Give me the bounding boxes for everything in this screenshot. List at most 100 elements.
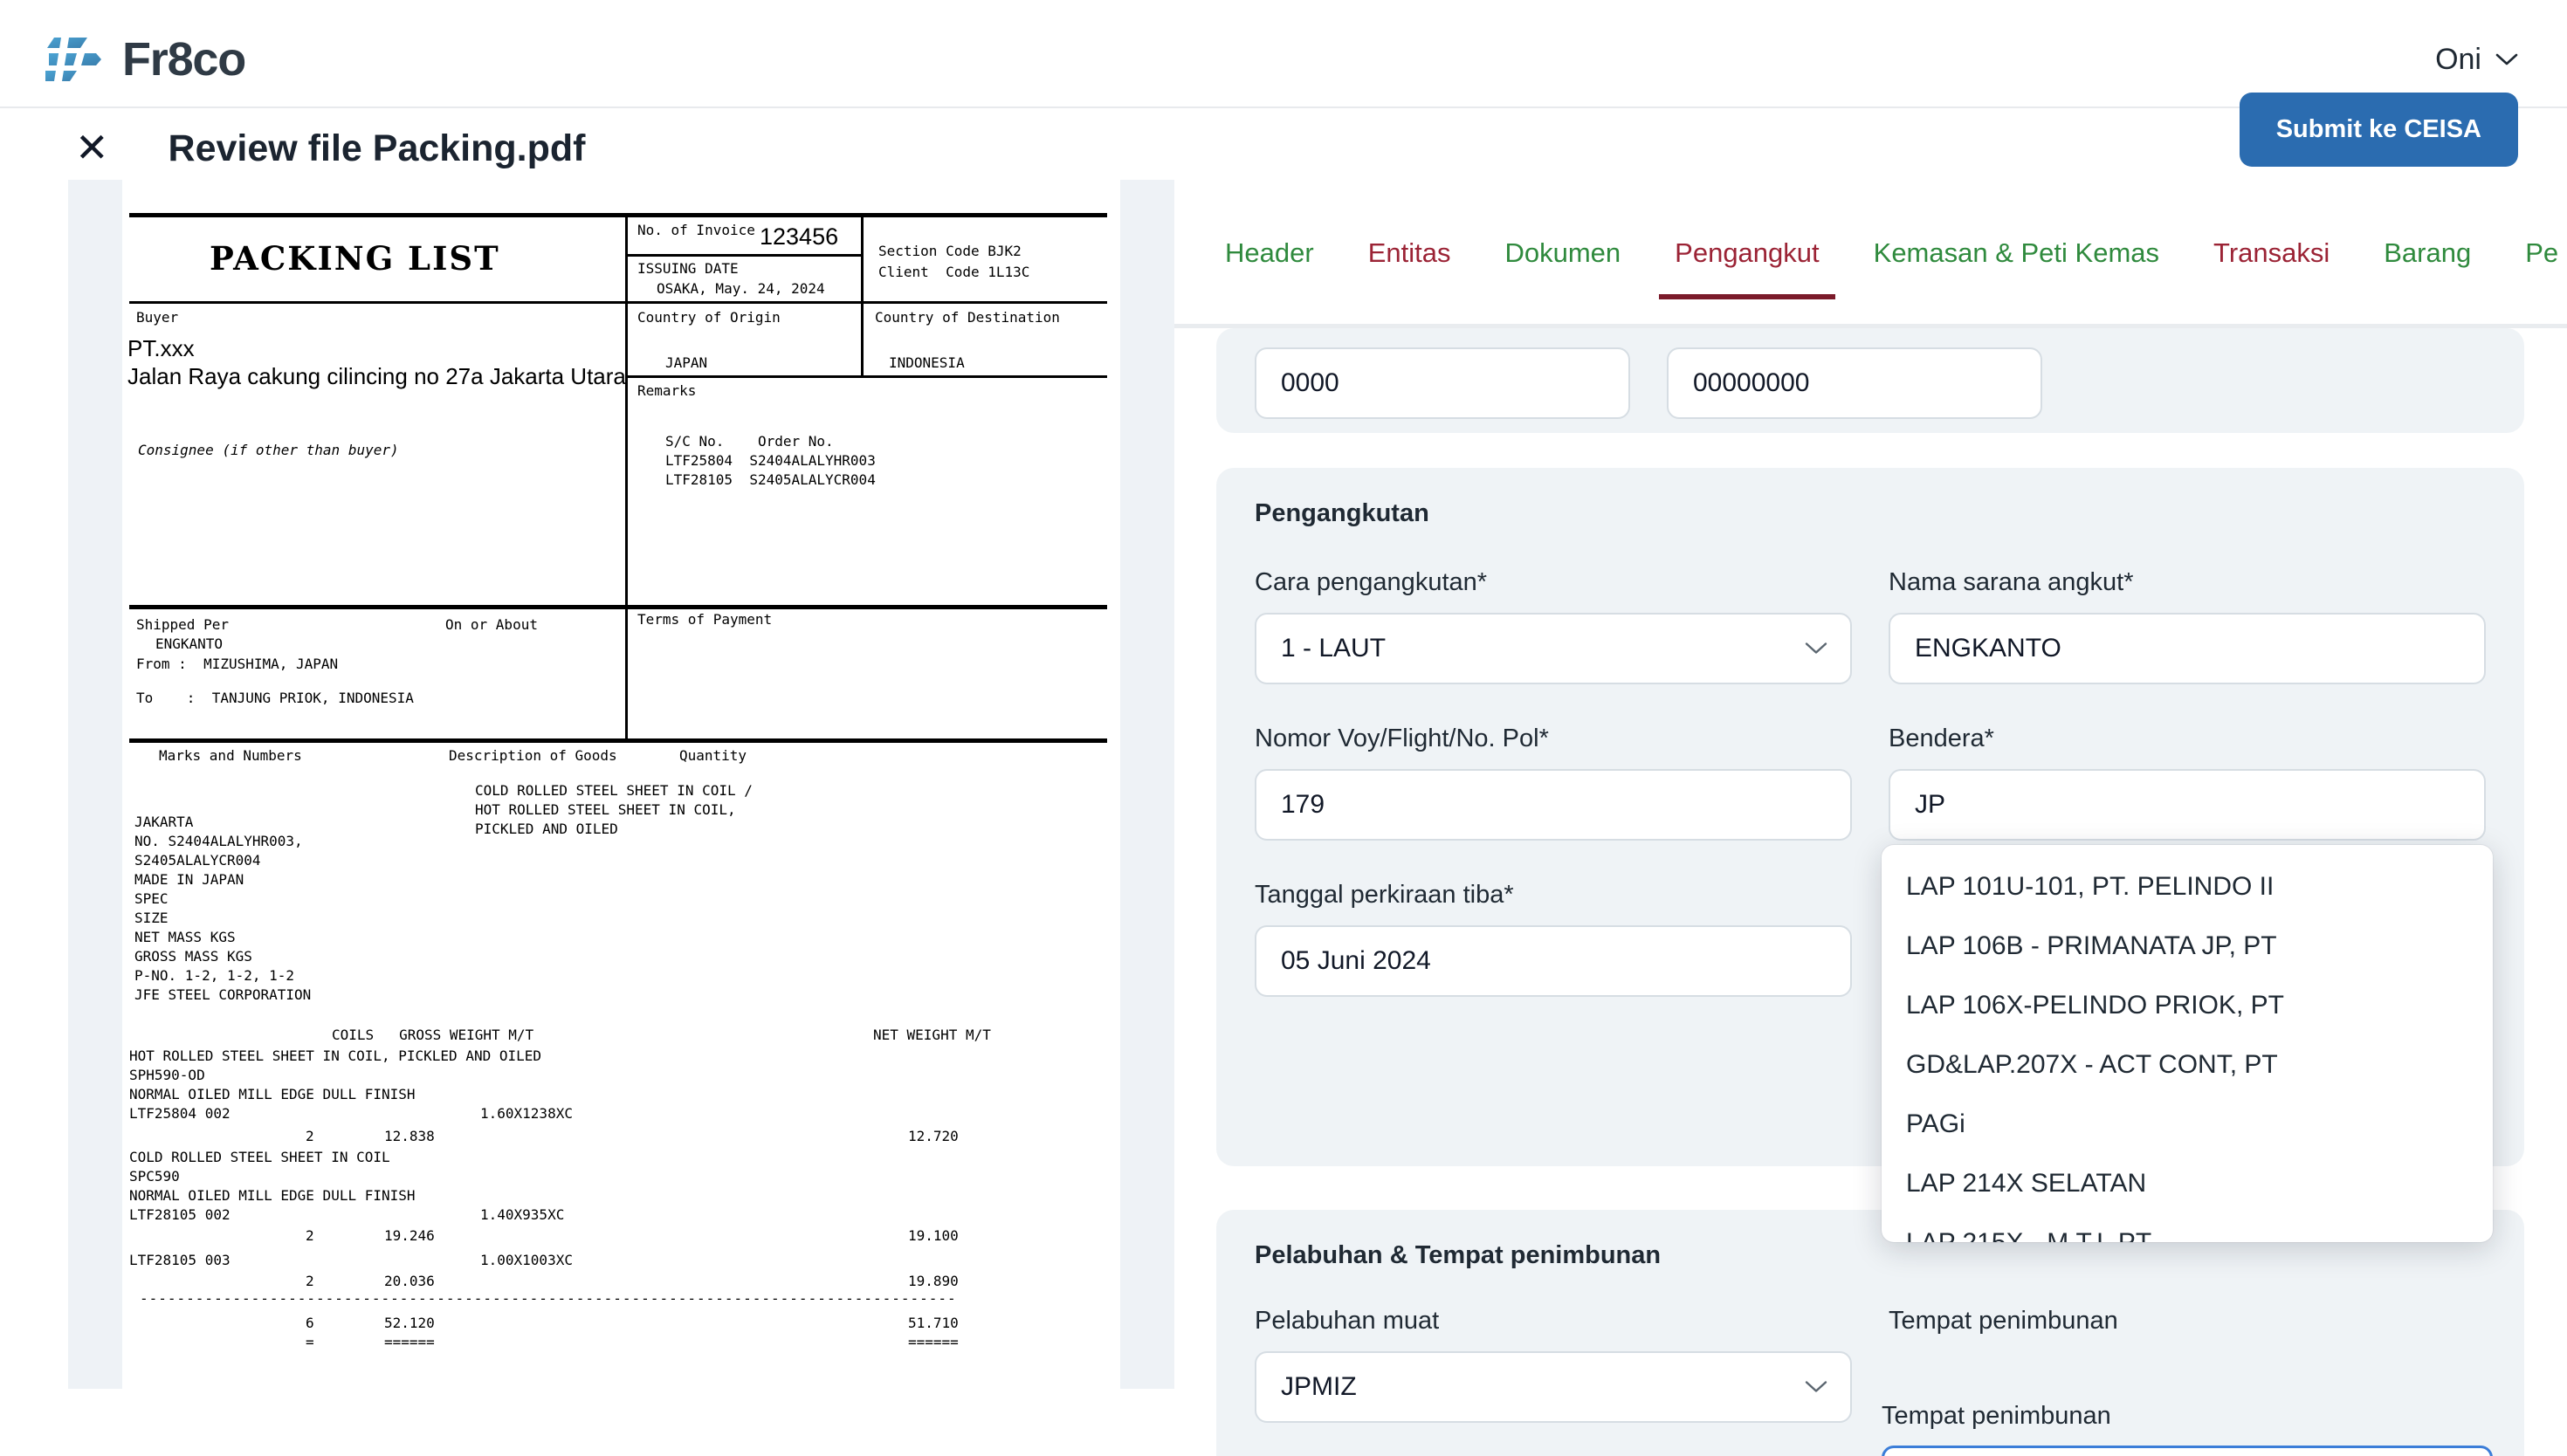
field-b-value: 00000000 [1693,368,1810,397]
cara-pengangkutan-select[interactable]: 1 - LAUT [1255,613,1852,684]
pdf-table-line: SPC590 [129,1168,180,1185]
pdf-marks-line: SIZE [134,910,169,926]
nomor-voy-label: Nomor Voy/Flight/No. Pol* [1255,725,1549,752]
pdf-table-line: LTF25804 002 [129,1105,231,1122]
nomor-voy-input[interactable]: 179 [1255,769,1852,841]
field-a[interactable]: 0000 [1255,347,1630,419]
packing-list-document: PACKING LIST No. of Invoice 123456 ISSUI… [122,180,1120,1389]
review-header-bar: ✕ Review file Packing.pdf Submit ke CEIS… [0,93,2567,180]
pdf-total-underline: = [306,1334,314,1350]
pdf-marks-line: SPEC [134,890,169,907]
field-b[interactable]: 00000000 [1667,347,2042,419]
tempat-penimbunan-label-overlay: Tempat penimbunan [1882,1402,2111,1430]
pdf-preview-pane[interactable]: PACKING LIST No. of Invoice 123456 ISSUI… [0,180,1174,1456]
pdf-consignee-label: Consignee (if other than buyer) [138,442,399,458]
pdf-marks-line: GROSS MASS KGS [134,948,252,965]
pdf-row-coils: 2 [306,1128,314,1144]
bendera-value: JP [1915,790,1946,819]
pdf-marks-line: P-NO. 1-2, 1-2, 1-2 [134,967,295,984]
close-icon[interactable]: ✕ [75,127,109,168]
pdf-country-origin-label: Country of Origin [637,309,781,326]
pdf-table-line: LTF28105 003 [129,1252,231,1268]
pelabuhan-muat-select[interactable]: JPMIZ [1255,1351,1852,1423]
pdf-country-dest-value: INDONESIA [889,354,965,371]
pdf-shipped-per-label: Shipped Per [136,616,229,633]
pdf-desc-line-2: HOT ROLLED STEEL SHEET IN COIL, [475,801,736,818]
tanggal-perkiraan-tiba-value: 05 Juni 2024 [1281,946,1431,975]
pdf-row-net: 12.720 [908,1128,959,1144]
dropdown-option[interactable]: PAGi [1882,1095,2493,1154]
pdf-divider-dashes: ----------------------------------------… [140,1290,957,1307]
submit-ke-ceisa-button[interactable]: Submit ke CEISA [2239,93,2518,167]
pdf-section-code: Section Code BJK2 [878,243,1022,259]
cara-pengangkutan-value: 1 - LAUT [1281,634,1387,663]
app-topbar: Fr8co Oni [0,0,2567,119]
pelabuhan-muat-value: JPMIZ [1281,1372,1357,1401]
field-a-value: 0000 [1281,368,1339,397]
pdf-table-head-net: NET WEIGHT M/T [873,1027,991,1043]
bendera-input[interactable]: JP [1889,769,2486,841]
tanggal-perkiraan-tiba-label: Tanggal perkiraan tiba* [1255,881,1514,909]
tab-pengangkut[interactable]: Pengangkut [1659,237,1836,299]
pelabuhan-section-title: Pelabuhan & Tempat penimbunan [1255,1241,1662,1269]
nomor-voy-value: 179 [1281,790,1325,819]
pdf-shipped-per-value: ENGKANTO [155,635,224,652]
chevron-down-icon [2495,53,2518,65]
pdf-marks-label: Marks and Numbers [159,747,302,764]
pdf-buyer-address: Jalan Raya cakung cilincing no 27a Jakar… [127,363,626,389]
pdf-sc-row-1: LTF25804 S2404ALALYHR003 [665,452,876,469]
brand-name: Fr8co [122,33,246,86]
pdf-table-line: SPH590-OD [129,1067,205,1083]
user-menu[interactable]: Oni [2435,43,2518,77]
pdf-row-gross: 19.246 [384,1227,435,1244]
pdf-row-net: 19.100 [908,1227,959,1244]
pdf-marks-line: NET MASS KGS [134,929,236,945]
tab-entitas[interactable]: Entitas [1368,237,1451,295]
tab-barang[interactable]: Barang [2384,237,2471,295]
pdf-total-underline: ====== [384,1334,435,1350]
tab-header[interactable]: Header [1225,237,1314,295]
pdf-client-code: Client Code 1L13C [878,264,1030,280]
dropdown-option[interactable]: LAP 214X SELATAN [1882,1154,2493,1213]
user-name: Oni [2435,42,2481,76]
pdf-row-net: 19.890 [908,1273,959,1289]
pdf-desc-label: Description of Goods [449,747,617,764]
pdf-total-net: 51.710 [908,1315,959,1331]
pdf-from-line: From : MIZUSHIMA, JAPAN [136,656,339,672]
pdf-sc-header: S/C No. Order No. [665,433,834,450]
header-card: 0000 00000000 [1216,328,2524,433]
pdf-country-dest-label: Country of Destination [875,309,1060,326]
pdf-issuing-date-value: OSAKA, May. 24, 2024 [657,280,825,297]
pdf-total-coils: 6 [306,1315,314,1331]
pdf-gutter-right [1120,180,1174,1389]
pdf-row-size: 1.40X935XC [480,1206,565,1223]
cara-pengangkutan-label: Cara pengangkutan* [1255,568,1488,596]
pdf-table-line: COLD ROLLED STEEL SHEET IN COIL [129,1149,390,1165]
pdf-qty-label: Quantity [679,747,747,764]
tab-dokumen[interactable]: Dokumen [1504,237,1621,295]
page-title: Review file Packing.pdf [168,127,586,169]
pdf-row-size: 1.60X1238XC [480,1105,573,1122]
dropdown-option[interactable]: LAP 106B - PRIMANATA JP, PT [1882,917,2493,976]
pdf-on-or-about-label: On or About [445,616,538,633]
tab-transaksi[interactable]: Transaksi [2213,237,2330,295]
tempat-penimbunan-input[interactable]: Pilih tempat penimbunan [1882,1446,2493,1456]
dropdown-option[interactable]: LAP 101U-101, PT. PELINDO II [1882,857,2493,917]
tab-kemasan-peti-kemas[interactable]: Kemasan & Peti Kemas [1874,237,2159,295]
pdf-marks-line: JAKARTA [134,814,194,830]
pdf-marks-line: MADE IN JAPAN [134,871,244,888]
nama-sarana-angkut-input[interactable]: ENGKANTO [1889,613,2486,684]
form-pane: Header Entitas Dokumen Pengangkut Kemasa… [1174,180,2567,1456]
pdf-title: PACKING LIST [210,239,500,278]
dropdown-option[interactable]: LAP 106X-PELINDO PRIOK, PT [1882,976,2493,1035]
tab-pe-partial[interactable]: Pe [2525,237,2558,295]
pdf-row-coils: 2 [306,1273,314,1289]
tanggal-perkiraan-tiba-input[interactable]: 05 Juni 2024 [1255,925,1852,997]
dropdown-option[interactable]: LAP 215X - M.T.I, PT [1882,1213,2493,1242]
dropdown-option[interactable]: GD&LAP.207X - ACT CONT, PT [1882,1035,2493,1095]
tempat-penimbunan-dropdown[interactable]: LAP 101U-101, PT. PELINDO II LAP 106B - … [1882,845,2493,1242]
pdf-country-origin-value: JAPAN [665,354,708,371]
pdf-row-gross: 20.036 [384,1273,435,1289]
brand-logo[interactable]: Fr8co [42,32,246,86]
pdf-gutter-left [68,180,122,1389]
